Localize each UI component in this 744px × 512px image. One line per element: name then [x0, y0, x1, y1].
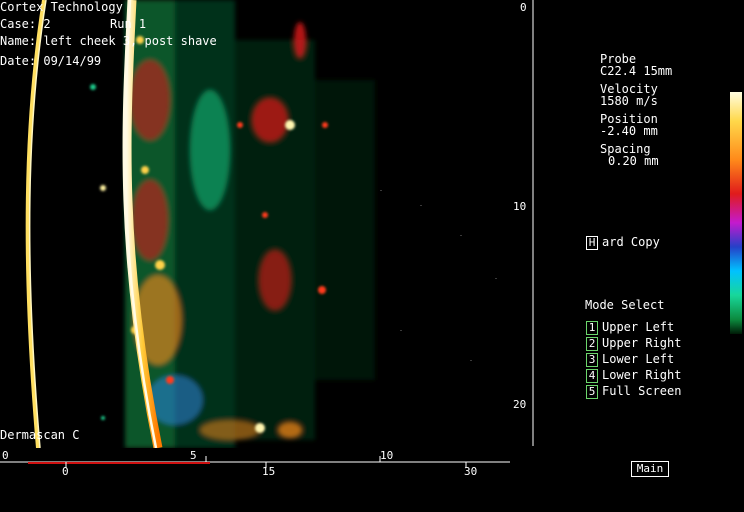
- velocity-value: 1580 m/s: [600, 94, 658, 108]
- name-field: Name: left cheek 3, post shave: [0, 34, 217, 48]
- run-field: Run 1: [110, 17, 146, 31]
- name-value: left cheek 3, post shave: [43, 34, 217, 48]
- company-name: Cortex Technology: [0, 0, 123, 14]
- mode-key-2: 2: [586, 336, 598, 351]
- spacing-value: 0.20 mm: [608, 154, 659, 168]
- top-scale-tick-10: 10: [380, 449, 394, 462]
- mode-full-screen[interactable]: 5 Full Screen: [586, 384, 681, 399]
- run-label: Run: [110, 17, 132, 31]
- main-button[interactable]: Main: [631, 461, 669, 477]
- top-scale-tick-0: 0: [2, 449, 9, 462]
- mode-select-title: Mode Select: [585, 298, 665, 312]
- bottom-scale-tick-0: 0: [62, 465, 69, 478]
- date-label: Date:: [0, 54, 37, 68]
- top-scale-tick-5: 5: [190, 449, 197, 462]
- case-field: Case: 2: [0, 17, 51, 31]
- depth-tick-20: 20: [513, 398, 527, 411]
- name-label: Name:: [0, 34, 37, 48]
- mode-key-1: 1: [586, 320, 598, 335]
- mode-label-upper-right: Upper Right: [602, 336, 682, 350]
- position-value: -2.40 mm: [600, 124, 658, 138]
- mode-label-full-screen: Full Screen: [602, 384, 682, 398]
- mode-lower-right[interactable]: 4 Lower Right: [586, 368, 681, 383]
- case-label: Case:: [0, 17, 37, 31]
- hard-copy-key: H: [586, 235, 598, 250]
- depth-tick-10: 10: [513, 200, 527, 213]
- depth-tick-0: 0: [520, 1, 527, 14]
- mode-key-5: 5: [586, 384, 598, 399]
- case-value: 2: [43, 17, 51, 31]
- device-name: Dermascan C: [0, 428, 80, 442]
- date-field: Date: 09/14/99: [0, 54, 101, 68]
- date-value: 09/14/99: [43, 54, 102, 68]
- run-value: 1: [138, 17, 147, 31]
- mode-label-lower-left: Lower Left: [602, 352, 675, 366]
- hard-copy-button[interactable]: Hard Copy: [586, 235, 660, 250]
- intensity-color-scale: [730, 92, 742, 334]
- probe-value: C22.4 15mm: [600, 64, 673, 78]
- mode-label-upper-left: Upper Left: [602, 320, 675, 334]
- bottom-scale-tick-30: 30: [464, 465, 478, 478]
- mode-upper-left[interactable]: 1 Upper Left: [586, 320, 674, 335]
- mode-upper-right[interactable]: 2 Upper Right: [586, 336, 681, 351]
- bottom-scale-tick-15: 15: [262, 465, 276, 478]
- mode-lower-left[interactable]: 3 Lower Left: [586, 352, 674, 367]
- mode-key-4: 4: [586, 368, 598, 383]
- hard-copy-label: ard Copy: [602, 235, 660, 249]
- mode-key-3: 3: [586, 352, 598, 367]
- mode-label-lower-right: Lower Right: [602, 368, 682, 382]
